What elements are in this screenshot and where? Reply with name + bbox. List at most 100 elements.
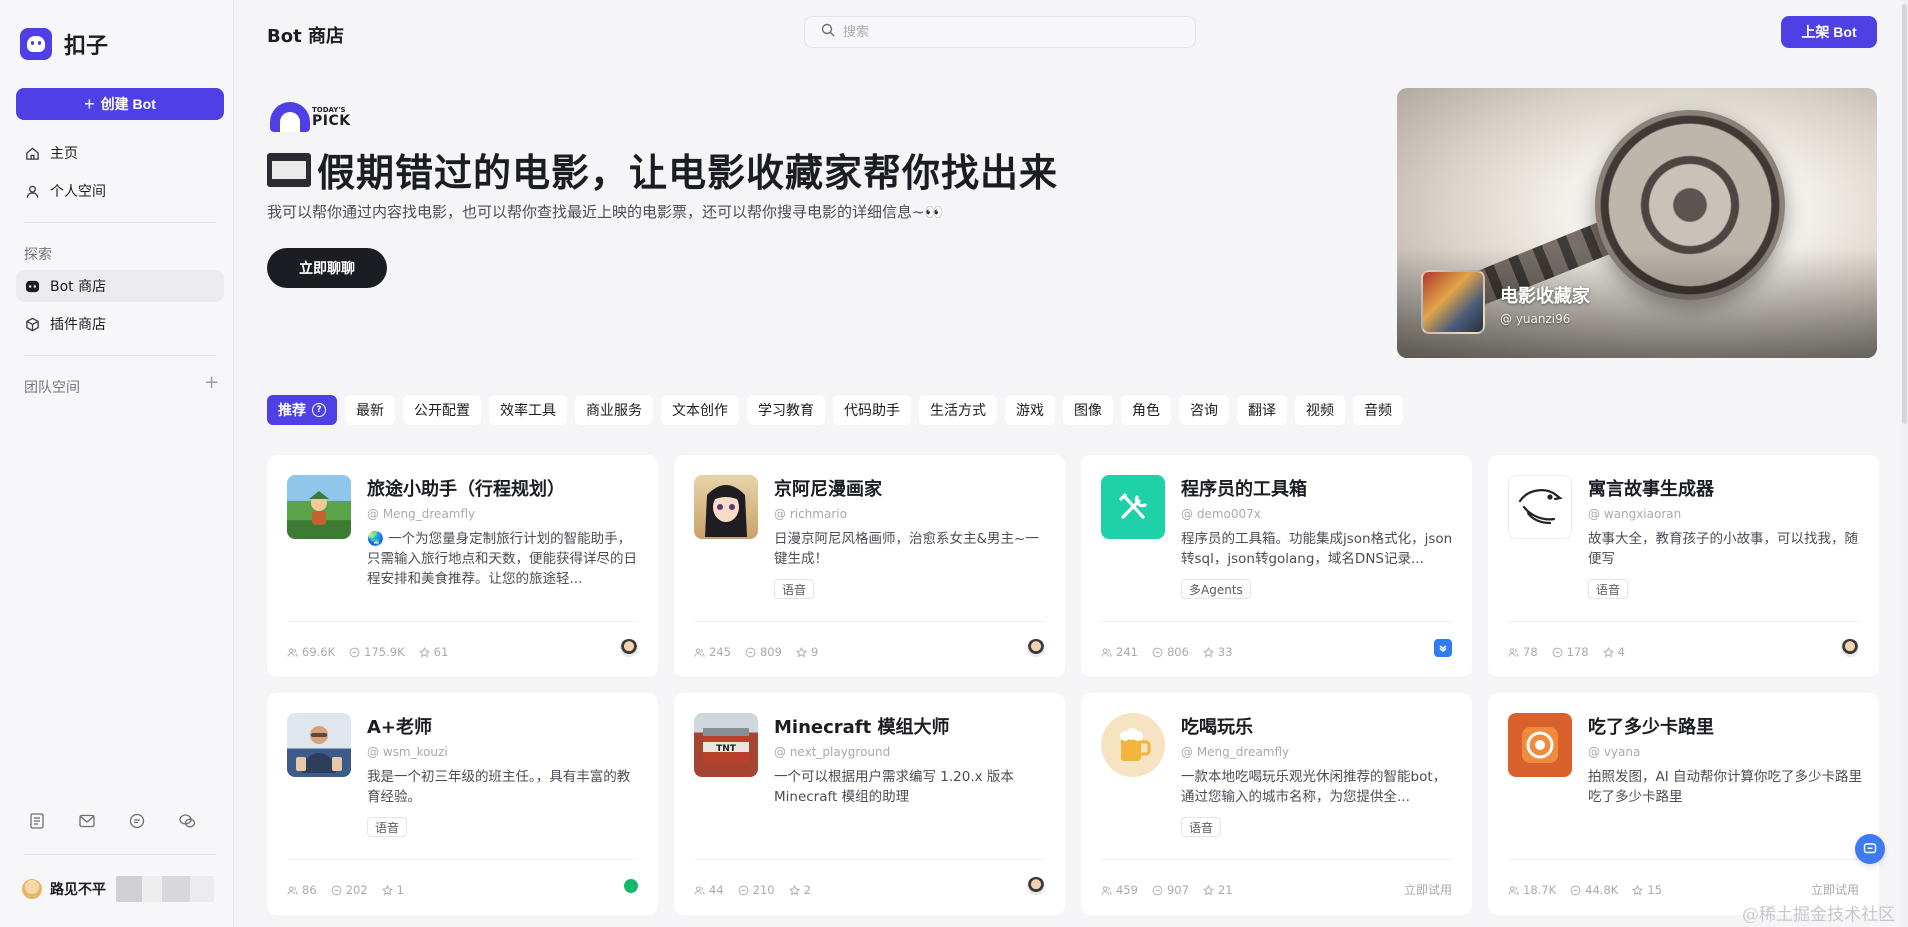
search-input[interactable] [843,24,1163,40]
star-icon [418,646,430,657]
create-bot-button[interactable]: + 创建 Bot [16,88,224,120]
bot-stats: 245 809 9 [694,645,818,659]
creator-avatar [1027,639,1045,657]
tab-education[interactable]: 学习教育 [747,395,825,425]
tab-writing[interactable]: 文本创作 [661,395,739,425]
bot-card[interactable]: A+老师 @ wsm_kouzi 我是一个初三年级的班主任。，具有丰富的教育经验… [267,693,658,915]
chat-icon [349,647,360,657]
users-icon [694,885,705,895]
bot-stats: 459 907 21 [1101,883,1233,897]
bot-card[interactable]: 寓言故事生成器 @ wangxiaoran 故事大全，教育孩子的小故事，可以找我… [1488,455,1879,677]
wechat-icon[interactable] [178,812,196,830]
users-icon [694,647,705,657]
publish-bot-button[interactable]: 上架 Bot [1781,16,1877,48]
bot-description: 我是一个初三年级的班主任。，具有丰富的教育经验。 [367,769,631,805]
tab-code[interactable]: 代码助手 [833,395,911,425]
bot-grid: 旅途小助手（行程规划） @ Meng_dreamfly 🌏 一个为您量身定制旅行… [267,455,1879,915]
stars-count: 33 [1217,645,1233,659]
sidebar-item-home[interactable]: 主页 [16,137,224,169]
tab-consult[interactable]: 咨询 [1179,395,1229,425]
stars-count: 1 [396,883,404,897]
user-profile[interactable]: 路见不平 [22,876,214,902]
bot-tag: 语音 [774,579,815,599]
chat-icon [1152,647,1163,657]
bot-avatar [1508,713,1572,777]
users-icon [287,885,298,895]
todays-pick-icon [270,102,310,132]
try-now-link[interactable]: 立即试用 [1404,881,1452,898]
bot-name: 程序员的工具箱 [1181,479,1307,500]
tab-audio[interactable]: 音频 [1353,395,1403,425]
bot-card[interactable]: 吃了多少卡路里 @ vyana 拍照发图，AI 自动帮你计算你吃了多少卡路里 吃… [1488,693,1879,915]
tab-public-config[interactable]: 公开配置 [403,395,481,425]
sidebar-item-plugin-store[interactable]: 插件商店 [16,308,224,340]
home-icon [24,145,40,161]
featured-bot-card[interactable]: 电影收藏家 @ yuanzi96 [1397,88,1877,358]
search-bar[interactable] [804,16,1196,48]
sidebar-item-bot-store[interactable]: Bot 商店 [16,270,224,302]
wechat-badge-icon [624,879,638,893]
search-icon [821,23,835,41]
stars-count: 21 [1217,883,1233,897]
users-icon [1101,647,1112,657]
bot-card[interactable]: 吃喝玩乐 @ Meng_dreamfly 一款本地吃喝玩乐观光休闲推荐的智能bo… [1081,693,1472,915]
explore-label: 探索 [24,247,52,263]
scrollbar-thumb[interactable] [1902,4,1907,424]
add-team-icon[interactable]: + [204,374,219,392]
tab-latest[interactable]: 最新 [345,395,395,425]
bot-name: 吃喝玩乐 [1181,717,1253,738]
tab-recommend[interactable]: 推荐 ? [267,395,337,425]
bot-author: @ Meng_dreamfly [1181,745,1290,759]
todays-pick-badge: TODAY'S PICK [270,102,351,132]
chat-support-button[interactable] [1855,834,1885,864]
bot-card[interactable]: 京阿尼漫画家 @ richmario 日漫京阿尼风格画师，治愈系女主&男主~一键… [674,455,1065,677]
tab-business[interactable]: 商业服务 [575,395,653,425]
tab-productivity[interactable]: 效率工具 [489,395,567,425]
sidebar-item-personal-space[interactable]: 个人空间 [16,175,224,207]
bot-icon [24,278,40,294]
chat-now-button[interactable]: 立即聊聊 [267,248,387,288]
bot-author: @ wangxiaoran [1588,507,1682,521]
bot-card[interactable]: TNT Minecraft 模组大师 @ next_playground 一个可… [674,693,1065,915]
chat-icon [1552,647,1563,657]
mail-icon[interactable] [78,812,96,830]
chats-count: 907 [1166,883,1189,897]
tab-image[interactable]: 图像 [1063,395,1113,425]
divider [24,854,216,855]
tab-character[interactable]: 角色 [1121,395,1171,425]
film-frames-icon [267,152,311,187]
stars-count: 61 [433,645,449,659]
star-icon [795,646,807,657]
users-count: 245 [709,645,731,659]
sidebar-item-label: 主页 [50,146,78,162]
users-count: 78 [1523,645,1538,659]
bot-stats: 241 806 33 [1101,645,1233,659]
stars-count: 4 [1617,645,1625,659]
feedback-icon[interactable] [128,812,146,830]
sidebar-footer-icons [28,812,196,830]
bot-card[interactable]: 旅途小助手（行程规划） @ Meng_dreamfly 🌏 一个为您量身定制旅行… [267,455,658,677]
tab-video[interactable]: 视频 [1295,395,1345,425]
users-count: 69.6K [302,645,336,659]
users-count: 86 [302,883,317,897]
star-icon [1602,646,1614,657]
logo[interactable]: 扣子 [20,28,108,60]
bot-avatar [287,475,351,539]
bot-tag: 语音 [367,817,408,837]
bot-card[interactable]: 程序员的工具箱 @ demo007x 程序员的工具箱。功能集成json格式化，j… [1081,455,1472,677]
users-count: 241 [1116,645,1138,659]
divider [24,222,216,223]
tab-games[interactable]: 游戏 [1005,395,1055,425]
chats-count: 809 [759,645,782,659]
sidebar: 扣子 + 创建 Bot 主页 个人空间 探索 Bot 商店 插件商店 团队空间 … [0,0,234,927]
creator-badge-icon [1434,639,1452,657]
beer-icon [1120,728,1151,761]
bot-tag: 语音 [1181,817,1222,837]
try-now-link[interactable]: 立即试用 [1811,881,1859,898]
tab-lifestyle[interactable]: 生活方式 [919,395,997,425]
bot-avatar [694,475,758,539]
user-name: 路见不平 [50,882,106,898]
tab-translate[interactable]: 翻译 [1237,395,1287,425]
creator-avatar [1027,877,1045,895]
document-icon[interactable] [28,812,46,830]
